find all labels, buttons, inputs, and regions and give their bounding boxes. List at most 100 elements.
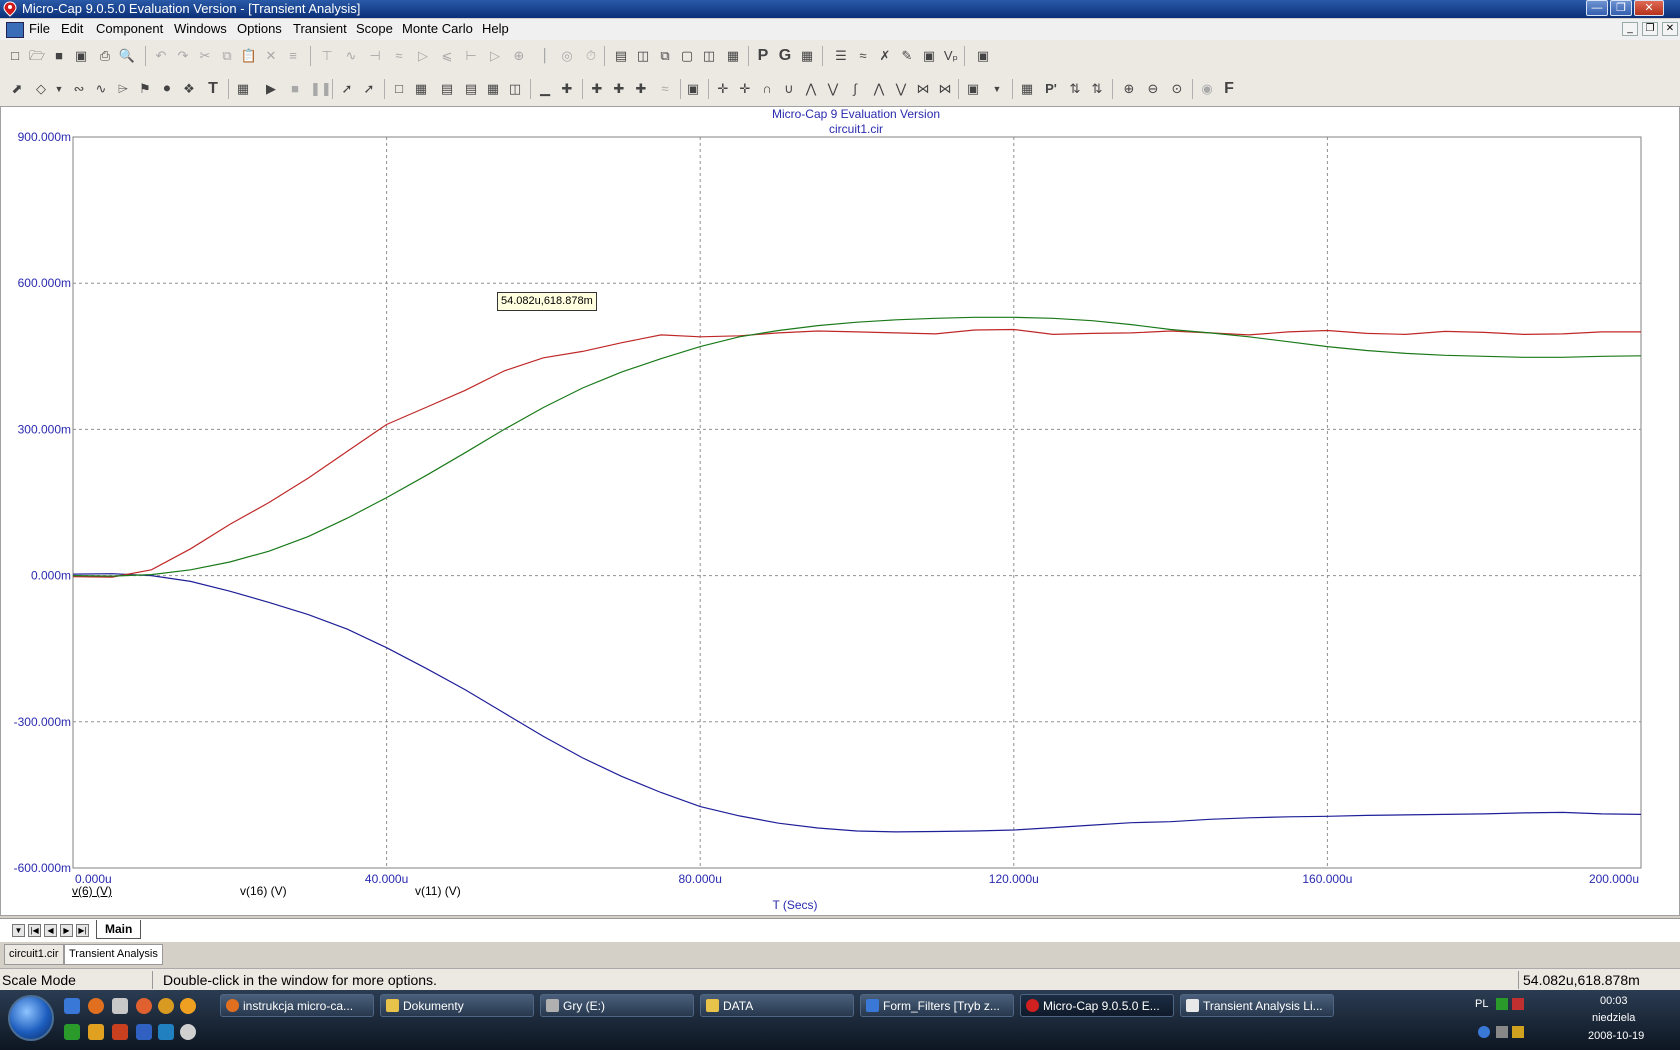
scope-dropdown-icon[interactable]: ▼ xyxy=(988,80,1006,98)
cascade-icon[interactable]: ⧉ xyxy=(656,47,674,65)
global-settings-icon[interactable]: G xyxy=(776,47,794,65)
menu-scope[interactable]: Scope xyxy=(356,21,393,36)
menu-file[interactable]: File xyxy=(29,21,50,36)
zoom-out-icon[interactable]: ⊖ xyxy=(1144,80,1162,98)
app-red-icon[interactable] xyxy=(112,1024,128,1040)
diode-icon[interactable]: ▷ xyxy=(414,47,432,65)
show-desktop-icon[interactable] xyxy=(64,998,80,1014)
clock-time[interactable]: 00:03 xyxy=(1600,995,1628,1007)
global-low-icon[interactable]: ⋁ xyxy=(892,80,910,98)
clock-app-icon[interactable] xyxy=(180,1024,196,1040)
globe-icon[interactable]: ◉ xyxy=(1198,80,1216,98)
taskbar-button-dokumenty[interactable]: Dokumenty xyxy=(380,994,534,1017)
print-preview-icon[interactable]: 🔍 xyxy=(118,47,136,65)
taskbar-button-data[interactable]: DATA xyxy=(700,994,854,1017)
menu-transient[interactable]: Transient xyxy=(293,21,347,36)
mdi-restore-icon[interactable]: ❐ xyxy=(1642,22,1658,36)
minimize-icon[interactable]: — xyxy=(1586,0,1608,16)
save-all-icon[interactable]: ▣ xyxy=(72,47,90,65)
pause-icon[interactable]: ❚❚ xyxy=(310,80,332,98)
taskbar-button-gry[interactable]: Gry (E:) xyxy=(540,994,694,1017)
legend-v16[interactable]: v(16) (V) xyxy=(240,884,287,898)
line-icon[interactable]: ➚ xyxy=(338,80,356,98)
network-tray-icon[interactable] xyxy=(1496,1026,1508,1038)
taskbar-button-transient-analysis[interactable]: Transient Analysis Li... xyxy=(1180,994,1334,1017)
grid-icon[interactable]: ▦ xyxy=(798,47,816,65)
tab-menu-icon[interactable]: ▼ xyxy=(12,924,25,937)
window-icon[interactable]: ▢ xyxy=(678,47,696,65)
media-icon[interactable] xyxy=(180,998,196,1014)
stop-icon[interactable]: ■ xyxy=(286,80,304,98)
zoom-fit-icon[interactable]: ⊙ xyxy=(1168,80,1186,98)
columns-icon[interactable]: ◫ xyxy=(506,80,524,98)
dropdown-arrow-icon[interactable]: ▼ xyxy=(50,80,68,98)
jfet-icon[interactable]: ⊢ xyxy=(462,47,480,65)
bus-mode-icon[interactable]: ∿ xyxy=(92,80,110,98)
menu-monte-carlo[interactable]: Monte Carlo xyxy=(402,21,473,36)
undo-icon[interactable]: ↶ xyxy=(152,47,170,65)
numeric-output-icon[interactable]: ▦ xyxy=(1018,80,1036,98)
legend-v11[interactable]: v(11) (V) xyxy=(415,884,461,898)
scope-icon[interactable]: ▣ xyxy=(964,80,982,98)
ground-icon[interactable]: ⊤ xyxy=(318,47,336,65)
last-page-icon[interactable]: ▶| xyxy=(76,924,89,937)
taskbar-button-form-filters[interactable]: Form_Filters [Tryb z... xyxy=(860,994,1014,1017)
low-icon[interactable]: ⋁ xyxy=(824,80,842,98)
horizontal-lines-icon[interactable]: ▤ xyxy=(462,80,480,98)
drive-icon[interactable] xyxy=(112,998,128,1014)
high-icon[interactable]: ⋀ xyxy=(802,80,820,98)
auto-scale-icon[interactable]: ⇅ xyxy=(1066,80,1084,98)
box-icon[interactable]: □ xyxy=(390,80,408,98)
taskbar-button-microcap[interactable]: Micro-Cap 9.0.5.0 E... xyxy=(1020,994,1174,1017)
point-tag-icon[interactable]: ✚ xyxy=(588,80,606,98)
capacitor-icon[interactable]: ⊣ xyxy=(366,47,384,65)
gimp-icon[interactable] xyxy=(158,998,174,1014)
redo-icon[interactable]: ↷ xyxy=(174,47,192,65)
waveform-icon[interactable]: ≈ xyxy=(854,47,872,65)
open-folder-icon[interactable]: 🗁 xyxy=(28,47,46,65)
save-icon[interactable]: ■ xyxy=(50,47,68,65)
language-indicator[interactable]: PL xyxy=(1475,998,1488,1010)
tile-vertical-icon[interactable]: ◫ xyxy=(634,47,652,65)
paste-icon[interactable]: 📋 xyxy=(240,47,258,65)
cursor-tracking-icon[interactable]: ✛ xyxy=(736,80,754,98)
browser-icon[interactable] xyxy=(136,998,152,1014)
valley-icon[interactable]: ∪ xyxy=(780,80,798,98)
edit-graph-icon[interactable]: ▣ xyxy=(684,80,702,98)
new-file-icon[interactable]: □ xyxy=(6,47,24,65)
split-window-icon[interactable]: ◫ xyxy=(700,47,718,65)
firefox-icon[interactable] xyxy=(88,998,104,1014)
next-page-icon[interactable]: ▶ xyxy=(60,924,73,937)
component-mode-icon[interactable]: ◇ xyxy=(32,80,50,98)
lightning-icon[interactable] xyxy=(88,1024,104,1040)
font-app-icon[interactable] xyxy=(136,1024,152,1040)
wire-mode-icon[interactable]: ∾ xyxy=(70,80,88,98)
voltage-source-icon[interactable]: ⊕ xyxy=(510,47,528,65)
properties-icon[interactable]: P xyxy=(754,47,772,65)
cut-icon[interactable]: ✂ xyxy=(196,47,214,65)
plot-properties-icon[interactable]: P' xyxy=(1042,80,1060,98)
zoom-box-icon[interactable]: ▣ xyxy=(974,47,992,65)
help-icon[interactable] xyxy=(1478,1026,1490,1038)
menu-windows[interactable]: Windows xyxy=(174,21,227,36)
copy-icon[interactable]: ⧉ xyxy=(218,47,236,65)
delete-icon[interactable]: ✕ xyxy=(262,47,280,65)
select-all-icon[interactable]: ≡ xyxy=(284,47,302,65)
tray-app-icon[interactable] xyxy=(1496,998,1508,1010)
doc-tab-transient-analysis[interactable]: Transient Analysis xyxy=(64,944,163,965)
print-icon[interactable]: ⎙ xyxy=(96,47,114,65)
graphics-icon[interactable]: ⌲ xyxy=(114,80,132,98)
legend-v6[interactable]: v(6) (V) xyxy=(72,884,112,898)
first-page-icon[interactable]: |◀ xyxy=(28,924,41,937)
image-icon[interactable]: ▣ xyxy=(920,47,938,65)
style-icon[interactable]: ≈ xyxy=(656,80,674,98)
select-arrow-icon[interactable]: ⬈ xyxy=(8,80,26,98)
node-icon[interactable]: ⚫ xyxy=(158,80,176,98)
start-button-icon[interactable] xyxy=(8,995,54,1041)
restore-icon[interactable]: ❐ xyxy=(1610,0,1632,16)
transient-chart[interactable]: 0.000u 40.000u 80.000u 120.000u 160.000u 200.… xyxy=(0,106,1680,916)
opamp-icon[interactable]: ▷ xyxy=(486,47,504,65)
microcap-app-icon[interactable] xyxy=(3,1,17,17)
network-icon[interactable] xyxy=(158,1024,174,1040)
resistor-icon[interactable]: ∿ xyxy=(342,47,360,65)
